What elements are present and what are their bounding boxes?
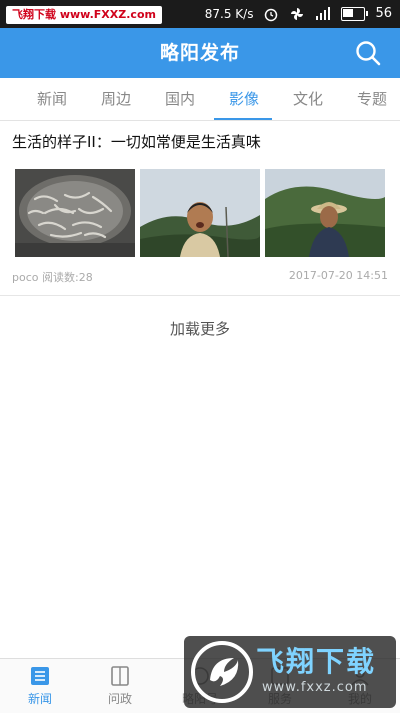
tab-domestic[interactable]: 国内 [150,78,210,120]
nav-label-news: 新闻 [27,692,52,706]
tab-culture[interactable]: 文化 [278,78,338,120]
nav-label-politics: 问政 [107,692,132,706]
page-title: 略阳发布 [159,42,240,64]
search-icon[interactable] [354,39,382,67]
tab-nearby[interactable]: 周边 [86,78,146,120]
watermark-text: 飞翔下载 [256,645,377,678]
article-image-1[interactable] [15,169,135,257]
tab-news[interactable]: 新闻 [22,78,82,120]
article-image-2[interactable] [140,169,260,257]
signal-icon [316,7,331,20]
network-speed: 87.5 K/s [204,7,254,21]
status-icons: 87.5 K/s 56 [205,5,392,23]
load-more-button[interactable]: 加载更多 [0,318,400,339]
tab-recommend[interactable]: 荐 [0,78,18,120]
news-icon [31,667,49,685]
watermark-url: www.fxxz.com [262,680,368,695]
article-card[interactable]: 生活的样子II：一切如常便是生活真味 poco 阅读数:28 2017-07-2… [0,121,400,296]
article-title[interactable]: 生活的样子II：一切如常便是生活真味 [12,131,392,152]
book-icon [111,666,129,686]
tab-active-indicator [214,118,272,120]
tab-special[interactable]: 专题 [342,78,400,120]
status-bar: 飞翔下载 www.FXXZ.com 87.5 K/s 56 [0,0,400,28]
fan-icon [291,8,304,20]
watermark-top: 飞翔下载 www.FXXZ.com [6,6,162,24]
category-tabs: 荐 新闻 周边 国内 影像 文化 专题 [0,78,400,121]
alarm-icon [265,8,278,22]
article-image-3[interactable] [265,169,385,257]
tab-images[interactable]: 影像 [214,78,274,120]
article-source: poco 阅读数:28 [12,271,93,284]
battery-icon [341,7,369,21]
battery-percent: 56 [375,6,392,21]
nav-item-news[interactable]: 新闻 [0,659,80,713]
watermark-logo-icon [191,641,253,703]
watermark-overlay: 飞翔下载 www.fxxz.com [184,636,396,708]
article-date: 2017-07-20 14:51 [288,269,388,282]
nav-item-politics[interactable]: 问政 [80,659,160,713]
app-header: 略阳发布 [0,28,400,78]
